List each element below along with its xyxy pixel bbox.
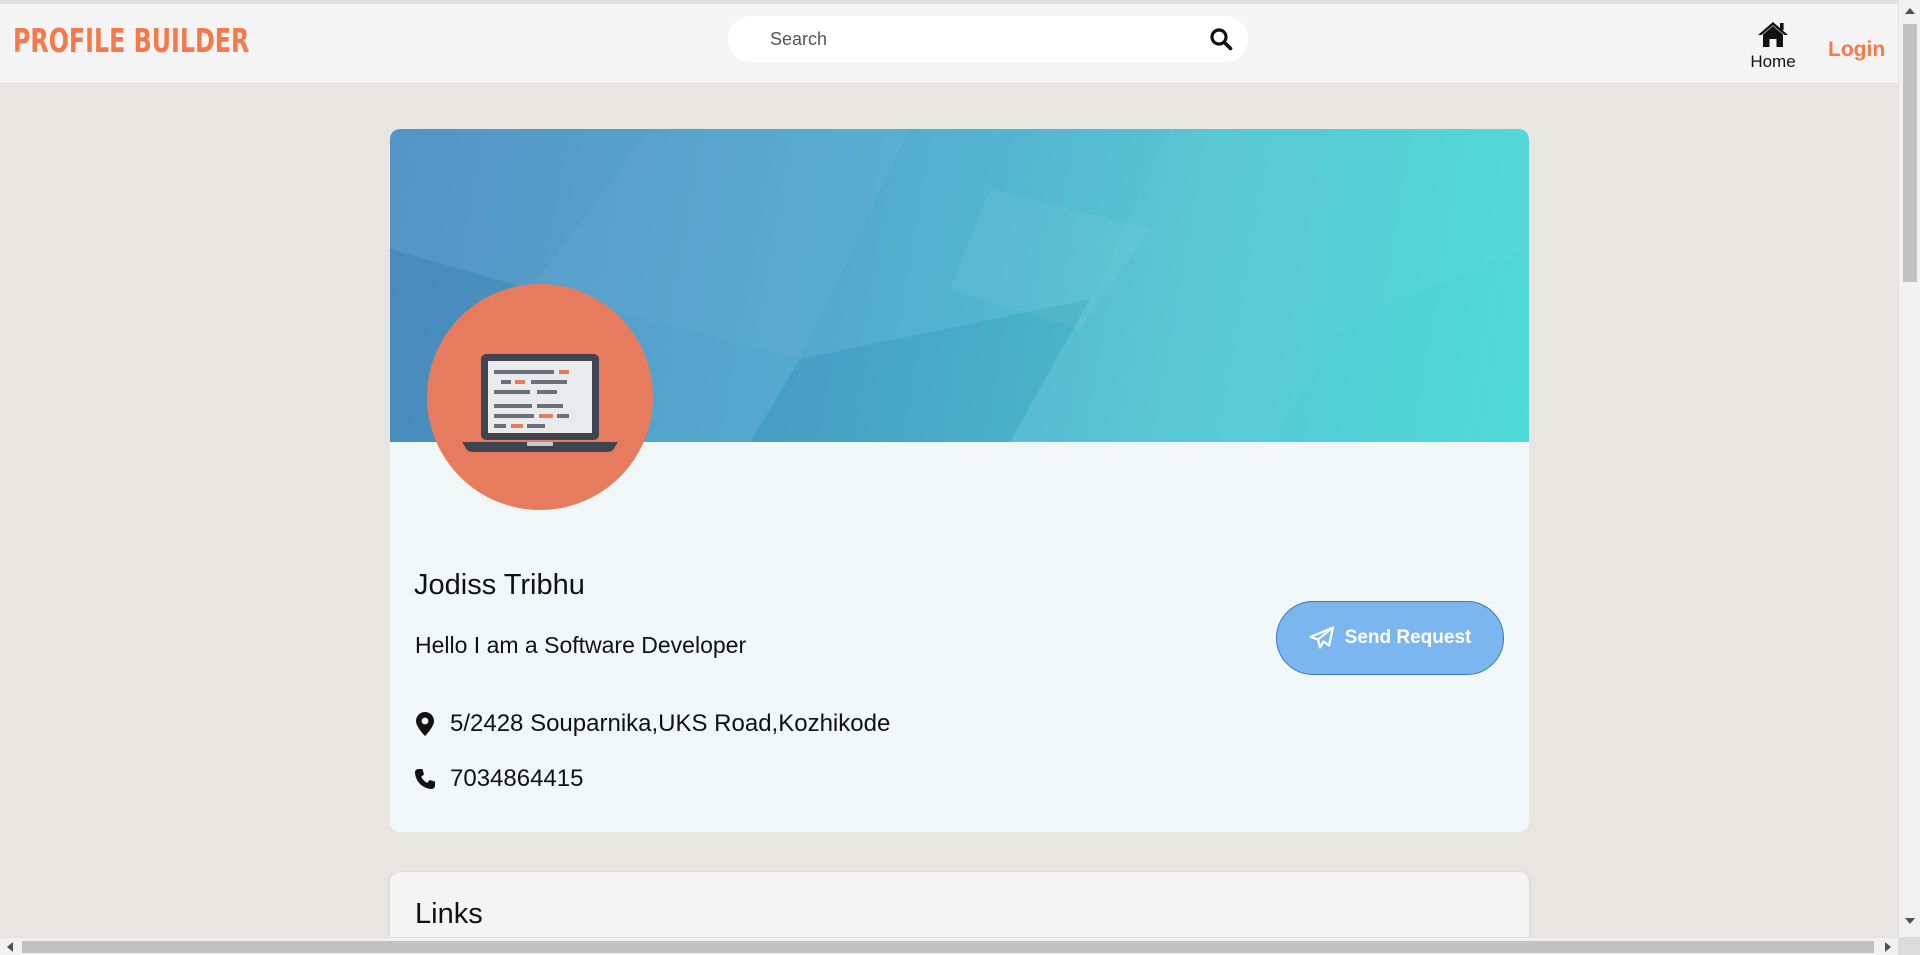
search-bar xyxy=(728,16,1248,62)
scroll-down-arrow-icon[interactable] xyxy=(1905,918,1915,924)
search-icon xyxy=(1210,28,1233,51)
phone-icon xyxy=(414,766,436,792)
vertical-scrollbar[interactable] xyxy=(1898,0,1920,937)
brand-logo[interactable]: PROFILE BUILDER xyxy=(13,20,249,62)
horizontal-scrollbar[interactable] xyxy=(0,937,1898,955)
login-link[interactable]: Login xyxy=(1828,38,1885,62)
navbar: PROFILE BUILDER Home Login xyxy=(0,0,1898,84)
nav-home-label: Home xyxy=(1750,52,1796,71)
address-row: 5/2428 Souparnika,UKS Road,Kozhikode xyxy=(414,710,890,738)
search-input[interactable] xyxy=(770,24,1170,54)
paper-plane-icon xyxy=(1309,626,1334,649)
scrollbar-corner xyxy=(1898,937,1920,955)
laptop-icon xyxy=(462,354,618,452)
profile-avatar xyxy=(427,284,653,510)
scroll-left-arrow-icon[interactable] xyxy=(7,942,13,952)
vertical-scroll-thumb[interactable] xyxy=(1903,24,1917,282)
search-button[interactable] xyxy=(1204,22,1238,56)
scroll-up-arrow-icon[interactable] xyxy=(1905,8,1915,14)
send-request-button[interactable]: Send Request xyxy=(1276,601,1504,675)
profile-bio: Hello I am a Software Developer xyxy=(415,632,747,658)
scroll-right-arrow-icon[interactable] xyxy=(1885,942,1891,952)
phone-row: 7034864415 xyxy=(414,765,583,793)
profile-name: Jodiss Tribhu xyxy=(414,569,585,601)
home-icon xyxy=(1758,22,1788,47)
nav-home[interactable]: Home xyxy=(1740,20,1806,80)
horizontal-scroll-thumb[interactable] xyxy=(22,941,1874,953)
profile-phone: 7034864415 xyxy=(450,765,584,792)
map-marker-icon xyxy=(414,711,436,737)
links-title: Links xyxy=(415,898,483,930)
profile-address: 5/2428 Souparnika,UKS Road,Kozhikode xyxy=(450,710,891,737)
send-request-label: Send Request xyxy=(1344,627,1472,648)
